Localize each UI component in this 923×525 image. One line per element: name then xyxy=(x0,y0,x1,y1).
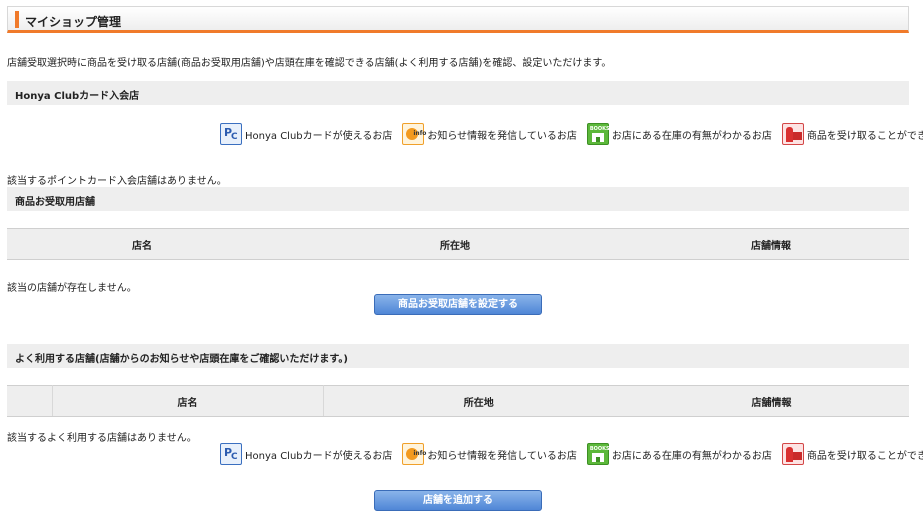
point-card-icon: PC xyxy=(220,443,242,465)
column-header-store-info: 店舗情報 xyxy=(634,385,909,417)
table-header-row: 店名 所在地 店舗情報 xyxy=(7,228,909,260)
icon-legend-top: PC Honya Clubカードが使えるお店 info お知らせ情報を発信してい… xyxy=(220,122,923,146)
frequent-stores-empty-message: 該当するよく利用する店舗はありません。 xyxy=(7,433,197,444)
column-header-store-info: 店舗情報 xyxy=(633,228,909,260)
title-accent-bar xyxy=(15,11,19,28)
legend-item-info: info お知らせ情報を発信しているお店 xyxy=(402,123,577,145)
pickup-icon xyxy=(781,443,804,465)
books-store-icon: BOOKS xyxy=(586,123,610,145)
legend-label: 商品を受け取ることができるお店 xyxy=(806,450,923,462)
legend-label: お店にある在庫の有無がわかるお店 xyxy=(611,450,772,462)
info-icon: info xyxy=(402,123,426,145)
page-description: 店舗受取選択時に商品を受け取る店舗(商品お受取用店舗)や店頭在庫を確認できる店舗… xyxy=(7,58,612,69)
legend-label: お知らせ情報を発信しているお店 xyxy=(427,450,577,462)
legend-label: Honya Clubカードが使えるお店 xyxy=(245,130,393,142)
add-store-button[interactable]: 店舗を追加する xyxy=(374,490,542,511)
icon-legend-bottom: PC Honya Clubカードが使えるお店 info お知らせ情報を発信してい… xyxy=(220,442,923,466)
section-pickup-stores-header: 商品お受取用店舗 xyxy=(7,187,909,211)
legend-item-pickup: 商品を受け取ることができるお店 xyxy=(781,443,923,465)
column-header-select xyxy=(7,385,53,417)
legend-item-pickup: 商品を受け取ることができるお店 xyxy=(781,123,923,145)
legend-item-stock: BOOKS お店にある在庫の有無がわかるお店 xyxy=(586,123,772,145)
legend-label: 商品を受け取ることができるお店 xyxy=(806,130,923,142)
column-header-store-name: 店名 xyxy=(52,385,324,417)
info-icon: info xyxy=(402,443,426,465)
pickup-icon xyxy=(781,123,804,145)
legend-item-stock: BOOKS お店にある在庫の有無がわかるお店 xyxy=(586,443,772,465)
point-card-icon: PC xyxy=(220,123,242,145)
column-header-store-name: 店名 xyxy=(7,228,277,260)
legend-label: お知らせ情報を発信しているお店 xyxy=(427,130,577,142)
legend-item-card: PC Honya Clubカードが使えるお店 xyxy=(220,443,392,465)
page-title-bar: マイショップ管理 xyxy=(7,6,909,33)
card-stores-empty-message: 該当するポイントカード入会店舗はありません。 xyxy=(7,176,227,187)
pickup-stores-table: 店名 所在地 店舗情報 xyxy=(7,228,909,260)
legend-item-info: info お知らせ情報を発信しているお店 xyxy=(402,443,577,465)
column-header-address: 所在地 xyxy=(277,228,633,260)
section-card-stores-header: Honya Clubカード入会店 xyxy=(7,81,909,105)
legend-label: お店にある在庫の有無がわかるお店 xyxy=(611,130,772,142)
pickup-stores-empty-message: 該当の店舗が存在しません。 xyxy=(7,283,137,294)
frequent-stores-table: 店名 所在地 店舗情報 xyxy=(7,385,909,417)
legend-item-card: PC Honya Clubカードが使えるお店 xyxy=(220,123,392,145)
page-title: マイショップ管理 xyxy=(25,15,122,29)
set-pickup-store-button[interactable]: 商品お受取店舗を設定する xyxy=(374,294,542,315)
section-frequent-stores-header: よく利用する店舗(店舗からのお知らせや店頭在庫をご確認いただけます。) xyxy=(7,344,909,368)
table-header-row: 店名 所在地 店舗情報 xyxy=(7,385,909,417)
column-header-address: 所在地 xyxy=(323,385,634,417)
legend-label: Honya Clubカードが使えるお店 xyxy=(245,450,393,462)
books-store-icon: BOOKS xyxy=(586,443,610,465)
